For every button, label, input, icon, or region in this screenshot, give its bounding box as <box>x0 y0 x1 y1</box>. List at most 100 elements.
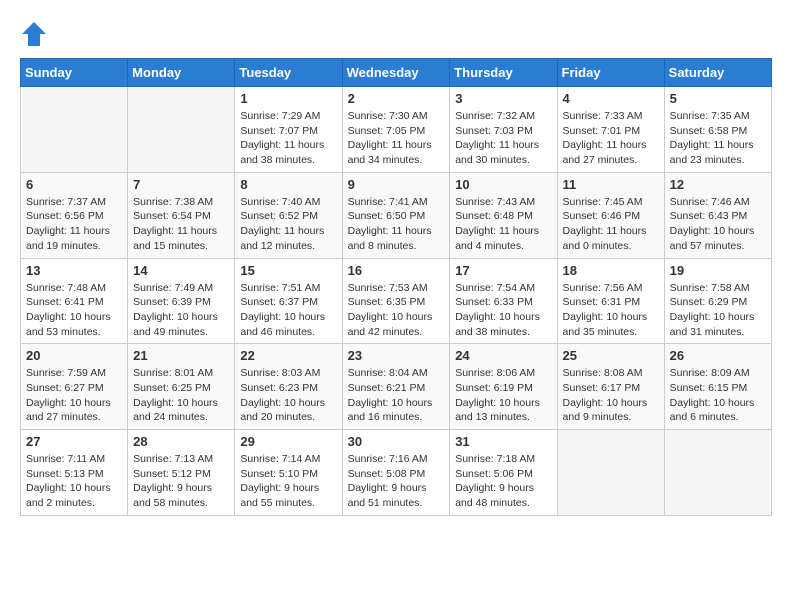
weekday-header-tuesday: Tuesday <box>235 59 342 87</box>
day-info: Sunrise: 7:54 AMSunset: 6:33 PMDaylight:… <box>455 281 551 340</box>
day-number: 26 <box>670 348 766 363</box>
calendar-cell: 4 Sunrise: 7:33 AMSunset: 7:01 PMDaylight… <box>557 87 664 173</box>
day-info: Sunrise: 7:30 AMSunset: 7:05 PMDaylight:… <box>348 109 445 168</box>
calendar-cell: 19Sunrise: 7:58 AMSunset: 6:29 PMDayligh… <box>664 258 771 344</box>
calendar-cell <box>664 430 771 516</box>
day-info: Sunrise: 7:48 AMSunset: 6:41 PMDaylight:… <box>26 281 122 340</box>
day-info: Sunrise: 8:03 AMSunset: 6:23 PMDaylight:… <box>240 366 336 425</box>
calendar-week-row: 27 Sunrise: 7:11 AMSunset: 5:13 PMDayligh… <box>21 430 772 516</box>
day-number: 20 <box>26 348 122 363</box>
calendar-cell: 29 Sunrise: 7:14 AMSunset: 5:10 PMDayligh… <box>235 430 342 516</box>
calendar-cell: 12 Sunrise: 7:46 AMSunset: 6:43 PMDayligh… <box>664 172 771 258</box>
day-number: 17 <box>455 263 551 278</box>
day-number: 23 <box>348 348 445 363</box>
day-info: Sunrise: 7:41 AMSunset: 6:50 PMDaylight:… <box>348 195 445 254</box>
weekday-header-sunday: Sunday <box>21 59 128 87</box>
day-info: Sunrise: 7:46 AMSunset: 6:43 PMDaylight:… <box>670 195 766 254</box>
day-number: 1 <box>240 91 336 106</box>
calendar-cell: 25 Sunrise: 8:08 AMSunset: 6:17 PMDayligh… <box>557 344 664 430</box>
day-number: 27 <box>26 434 122 449</box>
calendar-cell <box>21 87 128 173</box>
calendar-cell: 9Sunrise: 7:41 AMSunset: 6:50 PMDaylight… <box>342 172 450 258</box>
day-number: 2 <box>348 91 445 106</box>
day-number: 30 <box>348 434 445 449</box>
day-info: Sunrise: 7:37 AMSunset: 6:56 PMDaylight:… <box>26 195 122 254</box>
logo-icon <box>20 20 48 48</box>
day-info: Sunrise: 7:14 AMSunset: 5:10 PMDaylight:… <box>240 452 336 511</box>
calendar-cell: 26 Sunrise: 8:09 AMSunset: 6:15 PMDayligh… <box>664 344 771 430</box>
calendar-cell: 27 Sunrise: 7:11 AMSunset: 5:13 PMDayligh… <box>21 430 128 516</box>
day-number: 8 <box>240 177 336 192</box>
weekday-header-monday: Monday <box>128 59 235 87</box>
day-number: 22 <box>240 348 336 363</box>
day-info: Sunrise: 8:01 AMSunset: 6:25 PMDaylight:… <box>133 366 229 425</box>
calendar-cell: 15Sunrise: 7:51 AMSunset: 6:37 PMDayligh… <box>235 258 342 344</box>
day-number: 24 <box>455 348 551 363</box>
calendar-cell: 7Sunrise: 7:38 AMSunset: 6:54 PMDaylight… <box>128 172 235 258</box>
day-number: 18 <box>563 263 659 278</box>
day-info: Sunrise: 8:08 AMSunset: 6:17 PMDaylight:… <box>563 366 659 425</box>
day-info: Sunrise: 7:13 AMSunset: 5:12 PMDaylight:… <box>133 452 229 511</box>
calendar-cell: 20 Sunrise: 7:59 AMSunset: 6:27 PMDayligh… <box>21 344 128 430</box>
day-number: 14 <box>133 263 229 278</box>
day-number: 4 <box>563 91 659 106</box>
day-info: Sunrise: 7:16 AMSunset: 5:08 PMDaylight:… <box>348 452 445 511</box>
calendar-cell: 3Sunrise: 7:32 AMSunset: 7:03 PMDaylight… <box>450 87 557 173</box>
logo <box>20 20 52 48</box>
day-info: Sunrise: 7:45 AMSunset: 6:46 PMDaylight:… <box>563 195 659 254</box>
page-header <box>20 20 772 48</box>
day-number: 15 <box>240 263 336 278</box>
day-info: Sunrise: 7:59 AMSunset: 6:27 PMDaylight:… <box>26 366 122 425</box>
calendar-week-row: 20 Sunrise: 7:59 AMSunset: 6:27 PMDayligh… <box>21 344 772 430</box>
calendar-week-row: 1 Sunrise: 7:29 AMSunset: 7:07 PMDaylight… <box>21 87 772 173</box>
calendar-cell: 23 Sunrise: 8:04 AMSunset: 6:21 PMDayligh… <box>342 344 450 430</box>
day-number: 12 <box>670 177 766 192</box>
calendar-cell: 17 Sunrise: 7:54 AMSunset: 6:33 PMDayligh… <box>450 258 557 344</box>
calendar-week-row: 13 Sunrise: 7:48 AMSunset: 6:41 PMDayligh… <box>21 258 772 344</box>
day-number: 21 <box>133 348 229 363</box>
calendar-week-row: 6 Sunrise: 7:37 AMSunset: 6:56 PMDaylight… <box>21 172 772 258</box>
calendar-cell: 13 Sunrise: 7:48 AMSunset: 6:41 PMDayligh… <box>21 258 128 344</box>
day-info: Sunrise: 7:33 AMSunset: 7:01 PMDaylight:… <box>563 109 659 168</box>
calendar-cell: 11 Sunrise: 7:45 AMSunset: 6:46 PMDayligh… <box>557 172 664 258</box>
calendar-cell: 16 Sunrise: 7:53 AMSunset: 6:35 PMDayligh… <box>342 258 450 344</box>
day-number: 10 <box>455 177 551 192</box>
calendar-cell: 5 Sunrise: 7:35 AMSunset: 6:58 PMDaylight… <box>664 87 771 173</box>
calendar-cell: 14 Sunrise: 7:49 AMSunset: 6:39 PMDayligh… <box>128 258 235 344</box>
day-info: Sunrise: 8:09 AMSunset: 6:15 PMDaylight:… <box>670 366 766 425</box>
calendar-cell: 6 Sunrise: 7:37 AMSunset: 6:56 PMDaylight… <box>21 172 128 258</box>
day-info: Sunrise: 7:49 AMSunset: 6:39 PMDaylight:… <box>133 281 229 340</box>
calendar-cell: 28 Sunrise: 7:13 AMSunset: 5:12 PMDayligh… <box>128 430 235 516</box>
calendar-cell: 21 Sunrise: 8:01 AMSunset: 6:25 PMDayligh… <box>128 344 235 430</box>
calendar-cell: 30 Sunrise: 7:16 AMSunset: 5:08 PMDayligh… <box>342 430 450 516</box>
calendar-cell: 1 Sunrise: 7:29 AMSunset: 7:07 PMDaylight… <box>235 87 342 173</box>
day-number: 16 <box>348 263 445 278</box>
day-number: 19 <box>670 263 766 278</box>
day-number: 28 <box>133 434 229 449</box>
day-number: 7 <box>133 177 229 192</box>
calendar-cell <box>128 87 235 173</box>
day-info: Sunrise: 7:29 AMSunset: 7:07 PMDaylight:… <box>240 109 336 168</box>
calendar-cell: 2 Sunrise: 7:30 AMSunset: 7:05 PMDaylight… <box>342 87 450 173</box>
day-number: 25 <box>563 348 659 363</box>
day-info: Sunrise: 7:35 AMSunset: 6:58 PMDaylight:… <box>670 109 766 168</box>
day-number: 29 <box>240 434 336 449</box>
day-info: Sunrise: 7:53 AMSunset: 6:35 PMDaylight:… <box>348 281 445 340</box>
day-number: 6 <box>26 177 122 192</box>
calendar-table: SundayMondayTuesdayWednesdayThursdayFrid… <box>20 58 772 516</box>
calendar-cell: 22 Sunrise: 8:03 AMSunset: 6:23 PMDayligh… <box>235 344 342 430</box>
calendar-cell: 18 Sunrise: 7:56 AMSunset: 6:31 PMDayligh… <box>557 258 664 344</box>
day-number: 11 <box>563 177 659 192</box>
day-number: 5 <box>670 91 766 106</box>
day-info: Sunrise: 8:06 AMSunset: 6:19 PMDaylight:… <box>455 366 551 425</box>
calendar-cell: 31Sunrise: 7:18 AMSunset: 5:06 PMDayligh… <box>450 430 557 516</box>
day-info: Sunrise: 7:56 AMSunset: 6:31 PMDaylight:… <box>563 281 659 340</box>
day-info: Sunrise: 7:18 AMSunset: 5:06 PMDaylight:… <box>455 452 551 511</box>
day-info: Sunrise: 7:11 AMSunset: 5:13 PMDaylight:… <box>26 452 122 511</box>
day-info: Sunrise: 8:04 AMSunset: 6:21 PMDaylight:… <box>348 366 445 425</box>
calendar-cell: 10Sunrise: 7:43 AMSunset: 6:48 PMDayligh… <box>450 172 557 258</box>
weekday-header-friday: Friday <box>557 59 664 87</box>
weekday-header-saturday: Saturday <box>664 59 771 87</box>
weekday-header-row: SundayMondayTuesdayWednesdayThursdayFrid… <box>21 59 772 87</box>
day-number: 13 <box>26 263 122 278</box>
